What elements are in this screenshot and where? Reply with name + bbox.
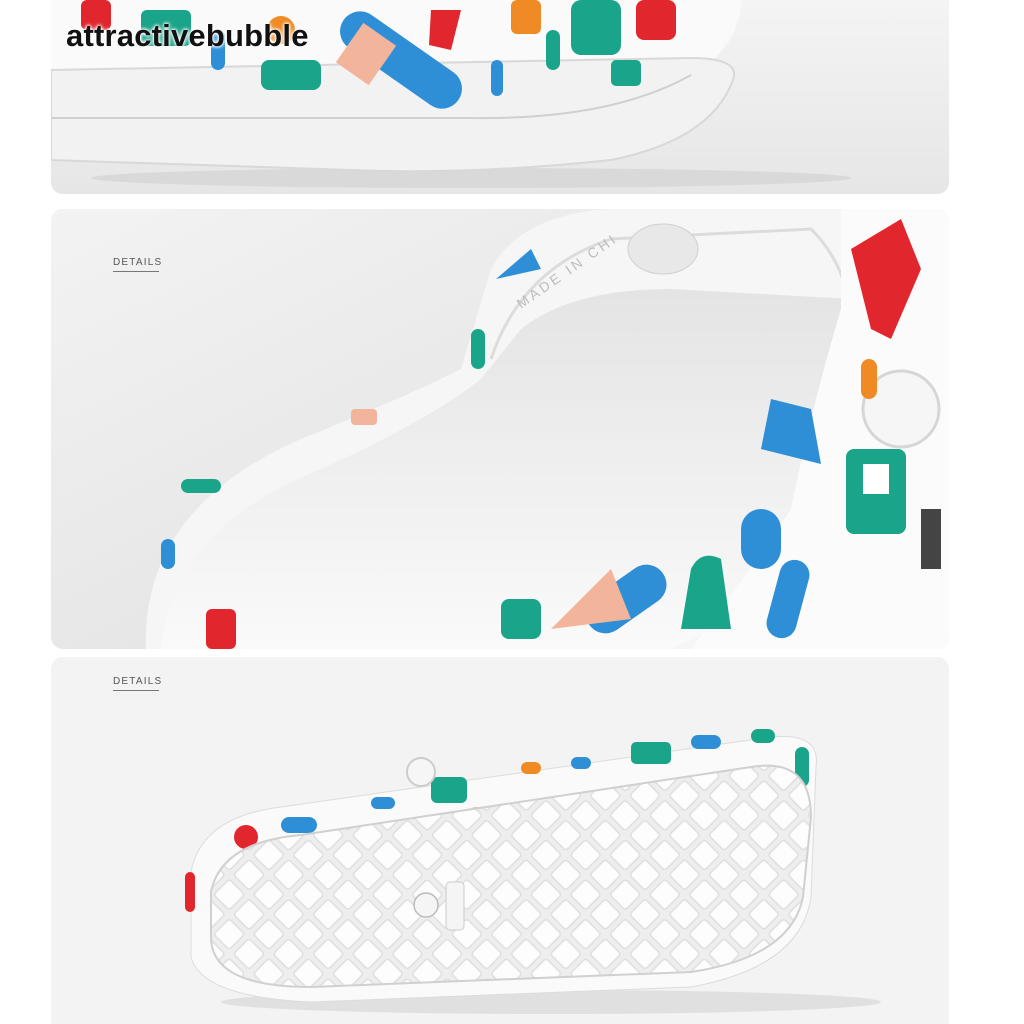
watermark: attractivebubble	[66, 18, 309, 53]
product-photo-outsole: DETAILS	[51, 657, 949, 1024]
details-label: DETAILS	[113, 676, 162, 691]
footbed-illustration: MADE IN CHI	[51, 209, 949, 649]
product-photo-footbed-detail: MADE IN CHI DETAILS	[51, 209, 949, 649]
outsole-illustration	[51, 657, 949, 1024]
details-label: DETAILS	[113, 257, 162, 272]
